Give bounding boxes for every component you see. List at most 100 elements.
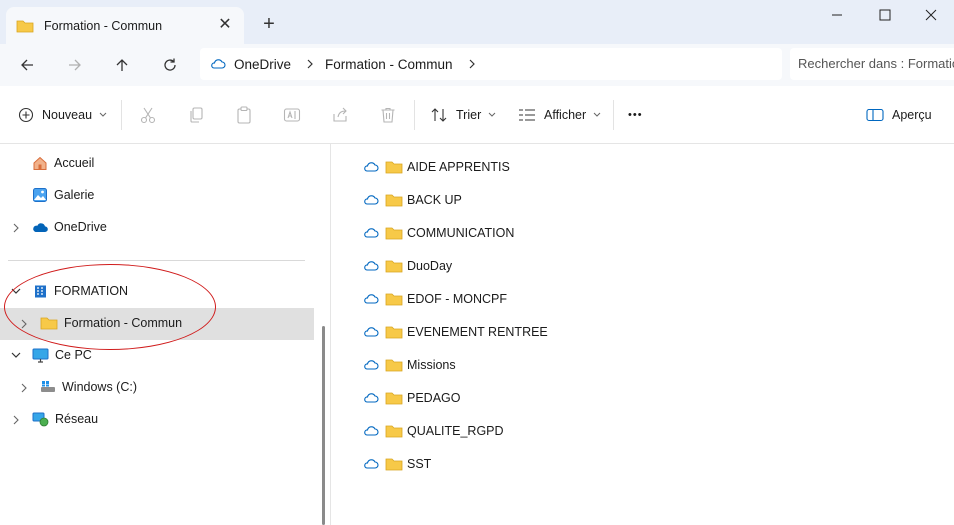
chevron-right-icon[interactable] bbox=[467, 57, 477, 71]
list-item[interactable]: PEDAGO bbox=[363, 387, 461, 409]
more-options-button[interactable]: ••• bbox=[628, 102, 643, 128]
up-button[interactable] bbox=[107, 52, 137, 78]
cut-button[interactable] bbox=[139, 102, 157, 128]
network-icon bbox=[32, 412, 49, 427]
breadcrumb-onedrive[interactable]: OneDrive bbox=[234, 57, 291, 72]
file-list: AIDE APPRENTIS BACK UP COMMUNICATION DuoDay… bbox=[330, 144, 954, 525]
scissors-icon bbox=[140, 107, 156, 124]
folder-icon bbox=[385, 392, 403, 405]
close-tab-icon[interactable]: ✕ bbox=[216, 16, 234, 34]
drive-icon bbox=[41, 381, 55, 392]
file-name: SST bbox=[407, 457, 432, 471]
view-label: Afficher bbox=[544, 108, 587, 122]
list-item[interactable]: AIDE APPRENTIS bbox=[363, 156, 510, 178]
file-name: Missions bbox=[407, 358, 456, 372]
list-item[interactable]: QUALITE_RGPD bbox=[363, 420, 504, 442]
folder-icon bbox=[16, 20, 34, 32]
folder-icon bbox=[385, 260, 403, 273]
list-item[interactable]: BACK UP bbox=[363, 189, 462, 211]
tab-formation-commun[interactable]: Formation - Commun ✕ bbox=[6, 7, 244, 44]
delete-button[interactable] bbox=[379, 102, 397, 128]
folder-icon bbox=[385, 293, 403, 306]
chevron-right-icon[interactable] bbox=[305, 57, 315, 71]
list-item[interactable]: EVENEMENT RENTREE bbox=[363, 321, 548, 343]
sidebar-divider bbox=[8, 260, 305, 261]
minimize-icon bbox=[832, 14, 842, 16]
close-window-button[interactable] bbox=[908, 4, 954, 26]
sidebar-item-formation[interactable]: FORMATION bbox=[33, 276, 128, 306]
sidebar-item-galerie[interactable]: Galerie bbox=[32, 180, 94, 210]
sidebar-scrollbar[interactable] bbox=[322, 326, 325, 525]
chevron-right-icon[interactable] bbox=[10, 414, 22, 426]
cloud-status-icon bbox=[364, 393, 379, 403]
copy-button[interactable] bbox=[187, 102, 205, 128]
cloud-status-icon bbox=[364, 195, 379, 205]
breadcrumb-formation-commun[interactable]: Formation - Commun bbox=[325, 57, 453, 72]
sidebar-item-label: Windows (C:) bbox=[62, 380, 138, 394]
tab-title: Formation - Commun bbox=[44, 18, 163, 33]
title-bar: Formation - Commun ✕ + bbox=[0, 0, 954, 44]
sidebar-item-onedrive[interactable]: OneDrive bbox=[32, 212, 107, 242]
maximize-button[interactable] bbox=[862, 4, 908, 26]
new-tab-button[interactable]: + bbox=[258, 13, 280, 35]
chevron-right-icon[interactable] bbox=[18, 382, 30, 394]
list-item[interactable]: EDOF - MONCPF bbox=[363, 288, 507, 310]
sidebar-item-formation-commun[interactable]: Formation - Commun bbox=[40, 308, 182, 338]
sort-icon bbox=[431, 108, 447, 122]
rename-icon bbox=[283, 108, 301, 122]
folder-icon bbox=[385, 359, 403, 372]
toolbar-divider bbox=[414, 100, 415, 130]
view-button[interactable]: Afficher bbox=[518, 102, 602, 128]
folder-icon bbox=[385, 227, 403, 240]
list-item[interactable]: Missions bbox=[363, 354, 456, 376]
refresh-button[interactable] bbox=[155, 52, 185, 78]
paste-button[interactable] bbox=[235, 102, 253, 128]
sidebar-item-reseau[interactable]: Réseau bbox=[32, 404, 98, 434]
sort-button[interactable]: Trier bbox=[430, 102, 497, 128]
new-label: Nouveau bbox=[42, 108, 93, 122]
rename-button[interactable] bbox=[283, 102, 301, 128]
onedrive-icon bbox=[33, 223, 48, 232]
forward-button[interactable] bbox=[60, 52, 90, 78]
new-button[interactable]: Nouveau bbox=[18, 102, 108, 128]
chevron-right-icon[interactable] bbox=[10, 222, 22, 234]
file-name: EDOF - MONCPF bbox=[407, 292, 507, 306]
toolbar-divider bbox=[613, 100, 614, 130]
chevron-right-icon[interactable] bbox=[18, 318, 30, 330]
preview-pane-icon bbox=[866, 108, 884, 122]
share-icon bbox=[333, 107, 347, 122]
sidebar-item-ce-pc[interactable]: Ce PC bbox=[32, 340, 92, 370]
folder-icon bbox=[385, 194, 403, 207]
minimize-button[interactable] bbox=[814, 4, 860, 26]
cloud-status-icon bbox=[364, 162, 379, 172]
chevron-down-icon[interactable] bbox=[10, 285, 22, 297]
cloud-status-icon bbox=[364, 459, 379, 469]
home-icon bbox=[33, 156, 47, 170]
toolbar-divider bbox=[121, 100, 122, 130]
preview-button[interactable]: Aperçu bbox=[866, 102, 932, 128]
file-name: AIDE APPRENTIS bbox=[407, 160, 510, 174]
cloud-icon bbox=[211, 59, 226, 69]
clipboard-icon bbox=[237, 106, 251, 124]
sidebar-item-label: FORMATION bbox=[54, 284, 129, 298]
file-name: BACK UP bbox=[407, 193, 462, 207]
trash-icon bbox=[381, 107, 395, 123]
chevron-down-icon[interactable] bbox=[10, 349, 22, 361]
search-input[interactable]: Rechercher dans : Formation - Commun bbox=[790, 48, 954, 80]
file-name: QUALITE_RGPD bbox=[407, 424, 504, 438]
building-icon bbox=[35, 285, 46, 297]
list-item[interactable]: COMMUNICATION bbox=[363, 222, 514, 244]
list-item[interactable]: SST bbox=[363, 453, 431, 475]
address-bar[interactable]: OneDrive Formation - Commun bbox=[200, 48, 782, 80]
command-bar: Nouveau Trier Afficher ••• Aperçu bbox=[0, 86, 954, 144]
sidebar-item-accueil[interactable]: Accueil bbox=[32, 148, 94, 178]
list-item[interactable]: DuoDay bbox=[363, 255, 452, 277]
arrow-left-icon bbox=[21, 59, 33, 71]
sidebar-item-windows-c[interactable]: Windows (C:) bbox=[40, 372, 137, 402]
preview-label: Aperçu bbox=[892, 108, 932, 122]
sidebar-item-label: Formation - Commun bbox=[64, 316, 183, 330]
file-name: DuoDay bbox=[407, 259, 453, 273]
refresh-icon bbox=[164, 58, 176, 71]
back-button[interactable] bbox=[12, 52, 42, 78]
share-button[interactable] bbox=[331, 102, 349, 128]
